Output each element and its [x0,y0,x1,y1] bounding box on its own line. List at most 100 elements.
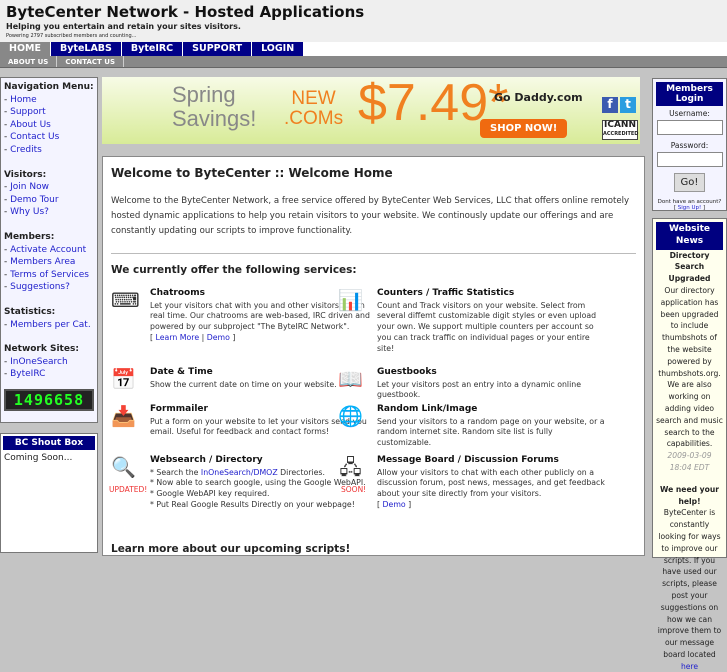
site-title: ByteCenter Network - Hosted Applications [6,3,365,21]
shop-now-button[interactable]: SHOP NOW! [480,119,568,138]
password-input[interactable] [656,152,723,167]
go-button[interactable]: Go! [673,173,706,192]
service-guestbooks: 📖 Guestbooks Let your visitors post an ent… [338,367,608,401]
mail-tray-icon: 📥 [111,404,136,428]
nav-home[interactable]: HOME [0,42,51,56]
shout-box: BC Shout Box Coming Soon... [0,433,98,553]
soon-badge: SOON! [341,485,367,494]
sidebar-heading: Network Sites: [4,344,79,355]
sidebar-link[interactable]: - Credits [4,144,94,157]
members-login: Members Login Username: Password: Go! Do… [652,78,727,211]
sidebar-link[interactable]: - Support [4,106,94,119]
sidebar-link[interactable]: - ByteIRC [4,368,94,381]
service-desc: Let your visitors post an entry into a d… [377,379,582,400]
sidebar-link[interactable]: - Members per Cat. [4,319,94,332]
sidebar-link[interactable]: - Join Now [4,181,94,194]
service-desc: Count and Track visitors on your website… [377,300,597,353]
right-sidebar: Members Login Username: Password: Go! Do… [652,78,727,671]
service-title: Random Link/Image [377,404,478,414]
service-title: Message Board / Discussion Forums [377,455,559,465]
search-line1-end: Directories. [277,467,325,477]
sidebar-link[interactable]: - Activate Account [4,244,94,257]
learn-more-link[interactable]: Learn More [156,333,200,342]
service-desc: Allow your visitors to chat with each ot… [377,467,605,499]
sidebar-link[interactable]: - Demo Tour [4,194,94,207]
godaddy-logo: Go Daddy.com [494,91,583,104]
globe-icon: 🌐 [338,404,363,428]
sidebar-link-text[interactable]: Activate Account [10,245,86,255]
sidebar-link[interactable]: - Terms of Services [4,269,94,282]
sidebar-link-text[interactable]: Contact Us [10,132,59,142]
nav-support[interactable]: SUPPORT [183,42,253,56]
sidebar-link-text[interactable]: About Us [10,120,51,130]
icann-text: ICANN [604,120,636,130]
sidebar-link[interactable]: - About Us [4,119,94,132]
sidebar-heading: Navigation Menu: [4,82,94,92]
news-headline: Directory Search Upgraded [668,250,711,284]
main-nav: HOME ByteLABS ByteIRC SUPPORT LOGIN [0,42,727,56]
sidebar-link-text[interactable]: Members per Cat. [10,320,91,330]
service-title: Guestbooks [377,367,437,377]
sidebar-link[interactable]: - Suggestions? [4,281,94,294]
service-counters: 📊 Counters / Traffic Statistics Count and … [338,288,608,354]
password-label: Password: [670,141,709,150]
shoutbox-title: BC Shout Box [3,436,95,450]
news-headline-2: We need your help! [659,484,719,506]
sidebar-link-text[interactable]: Join Now [10,182,49,192]
updated-badge: UPDATED! [109,485,148,494]
keyboard-icon: ⌨ [111,288,140,312]
ad-banner[interactable]: Spring Savings! NEW .COMs $7.49* Go Daddy.… [102,77,640,144]
sidebar-link-text[interactable]: Members Area [10,257,75,267]
service-chatrooms: ⌨ Chatrooms Let your visitors chat with yo… [111,288,370,342]
sidebar-link[interactable]: - Contact Us [4,131,94,144]
member-count: Powering 2797 subscribed members and cou… [6,33,137,39]
sidebar-link-text[interactable]: Why Us? [10,207,49,217]
sidebar-link-text[interactable]: InOneSearch [10,357,68,367]
news-body-2: ByteCenter is constantly looking for way… [657,508,722,659]
message-board-link[interactable]: here [681,662,698,671]
demo-link[interactable]: Demo [207,333,230,342]
service-random-link: 🌐 Random Link/Image Send your visitors to … [338,404,608,449]
sidebar-heading: Visitors: [4,169,47,180]
signup-link[interactable]: Sign Up! [678,205,701,211]
icann-sub: ACCREDITED [603,131,639,137]
shoutbox-text: Coming Soon... [4,453,73,463]
hit-counter: 1496658 [4,388,94,411]
calendar-icon: 📅 [111,367,136,391]
main-content: Welcome to ByteCenter :: Welcome Home We… [102,156,645,556]
banner-line2: Savings! [172,106,257,131]
sidebar-link[interactable]: - Home [4,94,94,107]
sidebar-link[interactable]: - Why Us? [4,206,94,219]
facebook-icon[interactable]: f [602,97,618,113]
inonesearch-link[interactable]: InOneSearch/DMOZ [201,468,278,477]
login-title: Members Login [656,82,723,106]
nav-byteirc[interactable]: ByteIRC [121,42,184,56]
sidebar-link-text[interactable]: ByteIRC [10,369,45,379]
service-desc: Send your visitors to a random page on y… [377,416,605,448]
subnav-contact[interactable]: CONTACT US [57,56,124,67]
nav-bytelabs[interactable]: ByteLABS [50,42,122,56]
nav-login[interactable]: LOGIN [252,42,305,56]
sidebar-link[interactable]: - Members Area [4,256,94,269]
banner-new: NEW [291,88,336,109]
services-heading: We currently offer the following service… [111,264,357,276]
forum-demo-link[interactable]: Demo [383,500,406,509]
sidebar-link[interactable]: - InOneSearch [4,356,94,369]
username-label: Username: [669,109,710,118]
sidebar-link-text[interactable]: Credits [10,145,42,155]
divider [111,253,636,254]
sidebar-link-text[interactable]: Support [10,107,46,117]
subnav-about[interactable]: ABOUT US [0,56,58,67]
service-forums: 🖧 SOON! Message Board / Discussion Forums A… [338,455,608,511]
sidebar-link-text[interactable]: Suggestions? [10,282,70,292]
service-title: Counters / Traffic Statistics [377,288,515,298]
intro-text: Welcome to the ByteCenter Network, a fre… [111,196,630,236]
twitter-icon[interactable]: t [620,97,636,113]
service-date-time: 📅 Date & Time Show the current date on tim… [111,367,371,391]
username-input[interactable] [656,120,723,135]
sidebar-link-text[interactable]: Demo Tour [10,195,58,205]
folder-search-icon: 🔍 [111,455,136,479]
sidebar-link-text[interactable]: Home [10,95,37,105]
network-icon: 🖧 [339,455,362,479]
sidebar-link-text[interactable]: Terms of Services [10,270,89,280]
